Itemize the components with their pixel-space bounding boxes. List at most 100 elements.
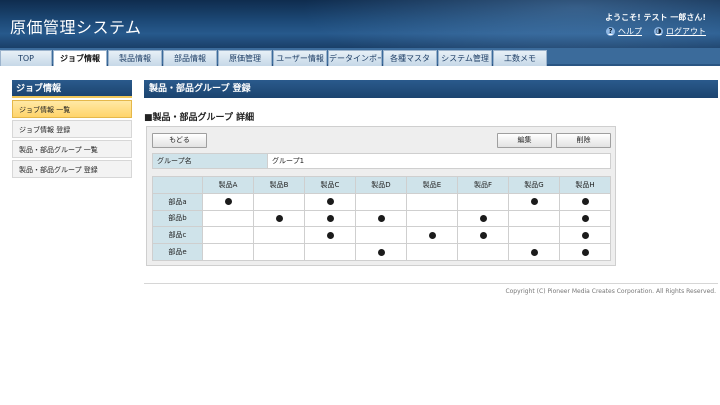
nav-tab-6[interactable]: データインポート xyxy=(328,50,382,66)
nav-tabs: TOPジョブ情報製品情報部品情報原価管理ユーザー情報データインポート各種マスタシ… xyxy=(0,50,548,66)
matrix-cell xyxy=(457,226,509,245)
matrix-column-header: 製品E xyxy=(406,176,458,194)
matrix-cell xyxy=(304,192,356,211)
matrix-cell xyxy=(508,243,560,261)
matrix-cell xyxy=(508,209,560,228)
header-links: ? ヘルプ ◑ ログアウト xyxy=(606,26,706,37)
matrix-cell xyxy=(304,243,356,261)
matrix-row-header: 部品a xyxy=(152,192,203,211)
product-part-matrix: 製品A 製品B 製品C 製品D 製品E 製品F 製品G 製品H 部品a 部品b 部品c 部品e xyxy=(152,176,611,261)
matrix-cell xyxy=(559,209,611,228)
logout-link[interactable]: ◑ ログアウト xyxy=(654,26,706,37)
assigned-dot-icon xyxy=(326,214,334,222)
nav-tab-2[interactable]: 製品情報 xyxy=(108,50,162,66)
nav-tab-0[interactable]: TOP xyxy=(0,50,52,66)
main-nav: TOPジョブ情報製品情報部品情報原価管理ユーザー情報データインポート各種マスタシ… xyxy=(0,48,720,66)
delete-button[interactable]: 削除 xyxy=(556,133,611,148)
detail-panel: もどる 編集 削除 グループ名 グループ1 製品A 製品B 製品C 製品D 製品E 製品F… xyxy=(146,126,616,266)
nav-tab-9[interactable]: 工数メモ xyxy=(493,50,547,66)
assigned-dot-icon xyxy=(428,231,436,239)
sidebar-item-job-register[interactable]: ジョブ情報 登録 xyxy=(12,120,132,138)
assigned-dot-icon xyxy=(581,231,589,239)
sidebar-title: ジョブ情報 xyxy=(12,80,132,98)
assigned-dot-icon xyxy=(581,248,589,256)
matrix-cell xyxy=(406,192,458,211)
logout-link-label: ログアウト xyxy=(666,27,706,36)
sidebar-item-group-list[interactable]: 製品・部品グループ 一覧 xyxy=(12,140,132,158)
matrix-column-header: 製品C xyxy=(304,176,356,194)
matrix-cell xyxy=(355,226,407,245)
group-name-row: グループ名 グループ1 xyxy=(152,153,611,169)
edit-button[interactable]: 編集 xyxy=(497,133,552,148)
page-title: 製品・部品グループ 登録 xyxy=(144,80,718,98)
matrix-cell xyxy=(457,192,509,211)
matrix-cell xyxy=(253,209,305,228)
sidebar: ジョブ情報 ジョブ情報 一覧 ジョブ情報 登録 製品・部品グループ 一覧 製品・… xyxy=(12,80,132,178)
logout-icon: ◑ xyxy=(654,27,663,36)
matrix-cell xyxy=(202,226,254,245)
sidebar-item-job-list[interactable]: ジョブ情報 一覧 xyxy=(12,100,132,118)
matrix-cell xyxy=(508,226,560,245)
matrix-row-header: 部品e xyxy=(152,243,203,261)
assigned-dot-icon xyxy=(377,214,385,222)
app-title: 原価管理システム xyxy=(10,18,142,37)
assigned-dot-icon xyxy=(479,231,487,239)
matrix-corner xyxy=(152,176,203,194)
matrix-cell xyxy=(202,209,254,228)
sidebar-item-group-register[interactable]: 製品・部品グループ 登録 xyxy=(12,160,132,178)
matrix-row: 部品b xyxy=(152,209,611,228)
matrix-column-header: 製品G xyxy=(508,176,560,194)
nav-tab-7[interactable]: 各種マスタ xyxy=(383,50,437,66)
matrix-row: 部品a xyxy=(152,192,611,211)
nav-tab-5[interactable]: ユーザー情報 xyxy=(273,50,327,66)
welcome-message: ようこそ! テスト 一郎さん! xyxy=(605,13,706,22)
assigned-dot-icon xyxy=(479,214,487,222)
assigned-dot-icon xyxy=(326,198,334,206)
assigned-dot-icon xyxy=(275,214,283,222)
matrix-column-header: 製品B xyxy=(253,176,305,194)
matrix-column-header: 製品A xyxy=(202,176,254,194)
back-button[interactable]: もどる xyxy=(152,133,207,148)
matrix-cell xyxy=(253,192,305,211)
footer-divider xyxy=(144,283,718,284)
nav-tab-3[interactable]: 部品情報 xyxy=(163,50,217,66)
section-title: ■製品・部品グループ 詳細 xyxy=(144,113,255,123)
assigned-dot-icon xyxy=(581,198,589,206)
copyright: Copyright (C) Pioneer Media Creates Corp… xyxy=(505,288,716,295)
matrix-cell xyxy=(508,192,560,211)
nav-tab-8[interactable]: システム管理 xyxy=(438,50,492,66)
matrix-cell xyxy=(304,226,356,245)
assigned-dot-icon xyxy=(224,198,232,206)
matrix-cell xyxy=(304,209,356,228)
matrix-cell xyxy=(406,209,458,228)
matrix-cell xyxy=(559,243,611,261)
assigned-dot-icon xyxy=(530,248,538,256)
assigned-dot-icon xyxy=(530,198,538,206)
matrix-column-header: 製品D xyxy=(355,176,407,194)
matrix-column-header: 製品F xyxy=(457,176,509,194)
matrix-cell xyxy=(559,226,611,245)
assigned-dot-icon xyxy=(326,231,334,239)
help-icon: ? xyxy=(606,27,615,36)
matrix-cell xyxy=(355,192,407,211)
group-name-value: グループ1 xyxy=(268,154,610,168)
assigned-dot-icon xyxy=(377,248,385,256)
help-link[interactable]: ? ヘルプ xyxy=(606,26,642,37)
nav-tab-4[interactable]: 原価管理 xyxy=(218,50,272,66)
matrix-cell xyxy=(559,192,611,211)
matrix-cell xyxy=(202,243,254,261)
matrix-cell xyxy=(457,209,509,228)
matrix-row-header: 部品c xyxy=(152,226,203,245)
matrix-cell xyxy=(253,226,305,245)
matrix-row: 部品e xyxy=(152,243,611,261)
matrix-cell xyxy=(406,226,458,245)
matrix-header-row: 製品A 製品B 製品C 製品D 製品E 製品F 製品G 製品H xyxy=(152,176,611,194)
matrix-cell xyxy=(253,243,305,261)
matrix-column-header: 製品H xyxy=(559,176,611,194)
assigned-dot-icon xyxy=(581,214,589,222)
nav-tab-1[interactable]: ジョブ情報 xyxy=(53,50,107,66)
matrix-cell xyxy=(355,243,407,261)
group-name-label: グループ名 xyxy=(153,154,268,168)
matrix-cell xyxy=(355,209,407,228)
matrix-cell xyxy=(202,192,254,211)
